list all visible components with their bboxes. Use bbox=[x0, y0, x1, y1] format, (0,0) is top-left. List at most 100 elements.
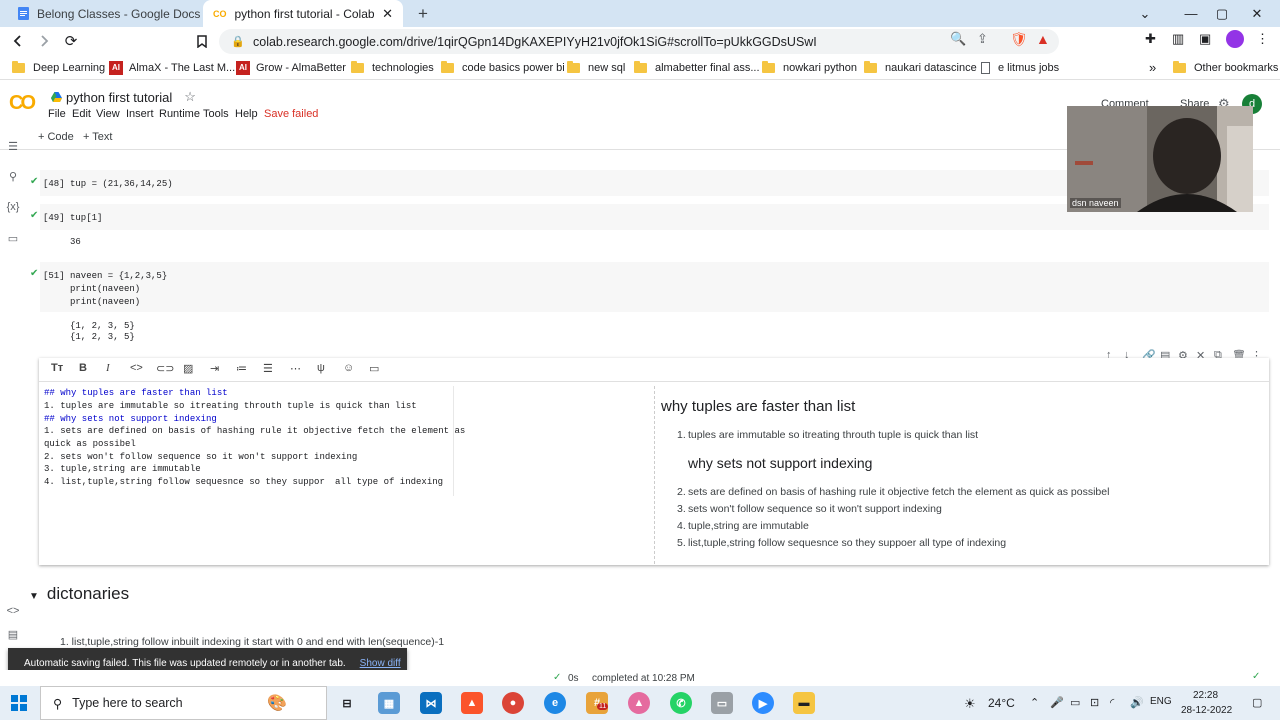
brave-beta-icon[interactable]: ▲ bbox=[628, 692, 650, 714]
file-app-icon[interactable]: ▭ bbox=[711, 692, 733, 714]
photos-app-icon[interactable]: ▦ bbox=[378, 692, 400, 714]
markdown-source-line[interactable]: all type of indexing bbox=[335, 477, 443, 487]
emoji-icon[interactable]: ☺ bbox=[343, 362, 354, 374]
menu-help[interactable]: Help bbox=[235, 108, 258, 120]
cell-code-line[interactable]: print(naveen) bbox=[70, 297, 140, 307]
share-page-icon[interactable]: ⇪ bbox=[977, 31, 988, 47]
command-palette-icon[interactable]: ▤ bbox=[0, 628, 26, 641]
chrome-icon[interactable]: ● bbox=[502, 692, 524, 714]
italic-icon[interactable]: I bbox=[106, 362, 110, 374]
files-folder-icon[interactable]: ▭ bbox=[0, 232, 26, 245]
extensions-icon[interactable]: ✚ bbox=[1145, 31, 1156, 47]
bulleted-list-icon[interactable]: ☰ bbox=[263, 362, 273, 375]
code-cell-51[interactable] bbox=[40, 262, 1269, 312]
menu-runtime[interactable]: Runtime bbox=[159, 108, 200, 120]
more-bookmarks-button[interactable]: » bbox=[1149, 59, 1156, 76]
save-status[interactable]: Save failed bbox=[264, 108, 318, 120]
preview-toggle-icon[interactable]: ▭ bbox=[369, 362, 379, 375]
indent-icon[interactable]: ⇥ bbox=[210, 362, 219, 375]
wifi-icon[interactable]: ◜ bbox=[1110, 696, 1114, 709]
volume-icon[interactable]: 🔊 bbox=[1130, 696, 1144, 709]
colab-logo[interactable]: CO bbox=[9, 92, 36, 115]
close-tab-icon[interactable]: ✕ bbox=[374, 6, 393, 22]
bookmark-nowkari-python[interactable]: nowkari python bbox=[762, 59, 857, 76]
task-view-icon[interactable]: ⊟ bbox=[336, 692, 358, 714]
bold-icon[interactable]: B bbox=[79, 362, 87, 374]
runtime-ok-icon[interactable]: ✓ bbox=[1252, 671, 1260, 682]
edge-icon[interactable]: e bbox=[544, 692, 566, 714]
bookmark-almabetter-final[interactable]: almabetter final ass... bbox=[634, 59, 760, 76]
brave-shield-icon[interactable]: 🛡 bbox=[1010, 31, 1028, 48]
horizontal-rule-icon[interactable]: ⋯ bbox=[290, 362, 301, 375]
code-snippets-icon[interactable]: <> bbox=[0, 605, 26, 617]
reload-icon[interactable]: ⟳ bbox=[61, 31, 81, 51]
menu-view[interactable]: View bbox=[96, 108, 120, 120]
table-of-contents-icon[interactable]: ☰ bbox=[0, 140, 26, 153]
bookmark-new-sql[interactable]: new sql bbox=[567, 59, 625, 76]
tab-colab[interactable]: CO python first tutorial - Colaborator ✕ bbox=[203, 0, 403, 27]
markdown-source-line[interactable]: ## why sets not support indexing bbox=[44, 414, 217, 424]
cell-code[interactable]: tup = (21,36,14,25) bbox=[70, 179, 173, 189]
vscode-icon[interactable]: ⋈ bbox=[420, 692, 442, 714]
bookmark-technologies[interactable]: technologies bbox=[351, 59, 434, 76]
brave-rewards-icon[interactable]: ▲ bbox=[1036, 31, 1050, 47]
numbered-list-icon[interactable]: ≔ bbox=[236, 362, 247, 375]
windows-start-icon[interactable] bbox=[11, 695, 27, 714]
tray-expand-icon[interactable]: ⌃ bbox=[1030, 696, 1039, 709]
markdown-source-line[interactable]: 1. sets are defined on basis of hashing … bbox=[44, 426, 465, 436]
profile-avatar[interactable] bbox=[1226, 30, 1244, 48]
collapse-arrow-icon[interactable]: ▼ bbox=[29, 591, 39, 602]
bookmark-code-basics[interactable]: code basics power bi bbox=[441, 59, 565, 76]
markdown-source-line[interactable]: quick as possibel bbox=[44, 439, 136, 449]
whatsapp-icon[interactable]: ✆ bbox=[670, 692, 692, 714]
add-code-button[interactable]: + Code bbox=[38, 131, 74, 143]
code-icon[interactable]: <> bbox=[130, 362, 143, 374]
menu-edit[interactable]: Edit bbox=[72, 108, 91, 120]
section-heading[interactable]: ▼ dictonaries bbox=[29, 584, 129, 604]
markdown-source-line[interactable]: 4. list,tuple,string follow sequesnce so… bbox=[44, 477, 325, 487]
search-icon[interactable]: ⚲ bbox=[0, 170, 26, 183]
weather-icon[interactable]: ☀ bbox=[964, 696, 976, 712]
markdown-source-line[interactable]: 3. tuple,string are immutable bbox=[44, 464, 201, 474]
bookmark-naukari-datascince[interactable]: naukari datascince bbox=[864, 59, 977, 76]
close-window-icon[interactable]: ✕ bbox=[1234, 0, 1280, 27]
menu-file[interactable]: File bbox=[48, 108, 66, 120]
star-icon[interactable]: ☆ bbox=[184, 89, 196, 105]
zoom-search-icon[interactable]: 🔍 bbox=[950, 31, 966, 47]
cell-code[interactable]: tup[1] bbox=[70, 213, 102, 223]
markdown-source-line[interactable]: 2. sets won't follow sequence so it won'… bbox=[44, 452, 357, 462]
bookmark-e-litmus[interactable]: e litmus jobs bbox=[981, 59, 1059, 76]
insert-link-icon[interactable]: ⊂⊃ bbox=[156, 362, 174, 375]
variables-icon[interactable]: {x} bbox=[0, 201, 26, 213]
markdown-source-line[interactable]: ## why tuples are faster than list bbox=[44, 388, 228, 398]
bookmark-almax[interactable]: AI AlmaX - The Last M... bbox=[109, 59, 235, 76]
zoom-icon[interactable]: ▶ bbox=[752, 692, 774, 714]
show-diff-link[interactable]: Show diff bbox=[360, 658, 401, 669]
sidebar-icon[interactable]: ▥ bbox=[1172, 31, 1184, 47]
weather-temp[interactable]: 24°C bbox=[988, 696, 1015, 710]
text-cell-editor[interactable]: Tт B I <> ⊂⊃ ▨ ⇥ ≔ ☰ ⋯ ψ ☺ ▭ ## why tupl… bbox=[39, 358, 1269, 565]
menu-insert[interactable]: Insert bbox=[126, 108, 154, 120]
cell-code-line[interactable]: print(naveen) bbox=[70, 284, 140, 294]
menu-tools[interactable]: Tools bbox=[203, 108, 229, 120]
clock-time[interactable]: 22:28 bbox=[1193, 690, 1218, 701]
taskbar-search-box[interactable]: ⚲ Type here to search 🎨 bbox=[40, 686, 327, 720]
back-icon[interactable] bbox=[8, 31, 28, 51]
heading-icon[interactable]: Tт bbox=[51, 362, 63, 374]
network-icon[interactable]: ⊡ bbox=[1090, 696, 1099, 709]
tab-search-icon[interactable]: ⌄ bbox=[1122, 0, 1168, 27]
forward-icon[interactable] bbox=[34, 31, 54, 51]
microphone-icon[interactable]: 🎤 bbox=[1050, 696, 1064, 709]
battery-icon[interactable]: ▭ bbox=[1070, 696, 1080, 709]
bookmark-grow[interactable]: AI Grow - AlmaBetter bbox=[236, 59, 346, 76]
bookmark-page-icon[interactable] bbox=[192, 31, 212, 51]
notifications-icon[interactable]: ▢ bbox=[1252, 696, 1262, 709]
wallet-icon[interactable]: ▣ bbox=[1199, 31, 1211, 47]
add-text-button[interactable]: + Text bbox=[83, 131, 112, 143]
bookmark-deep-learning[interactable]: Deep Learning bbox=[12, 59, 105, 76]
new-tab-button[interactable]: + bbox=[408, 0, 434, 27]
latex-icon[interactable]: ψ bbox=[317, 362, 325, 374]
insert-image-icon[interactable]: ▨ bbox=[183, 362, 193, 375]
markdown-source-line[interactable]: 1. tuples are immutable so itreating thr… bbox=[44, 401, 417, 411]
clock-date[interactable]: 28-12-2022 bbox=[1181, 705, 1232, 716]
